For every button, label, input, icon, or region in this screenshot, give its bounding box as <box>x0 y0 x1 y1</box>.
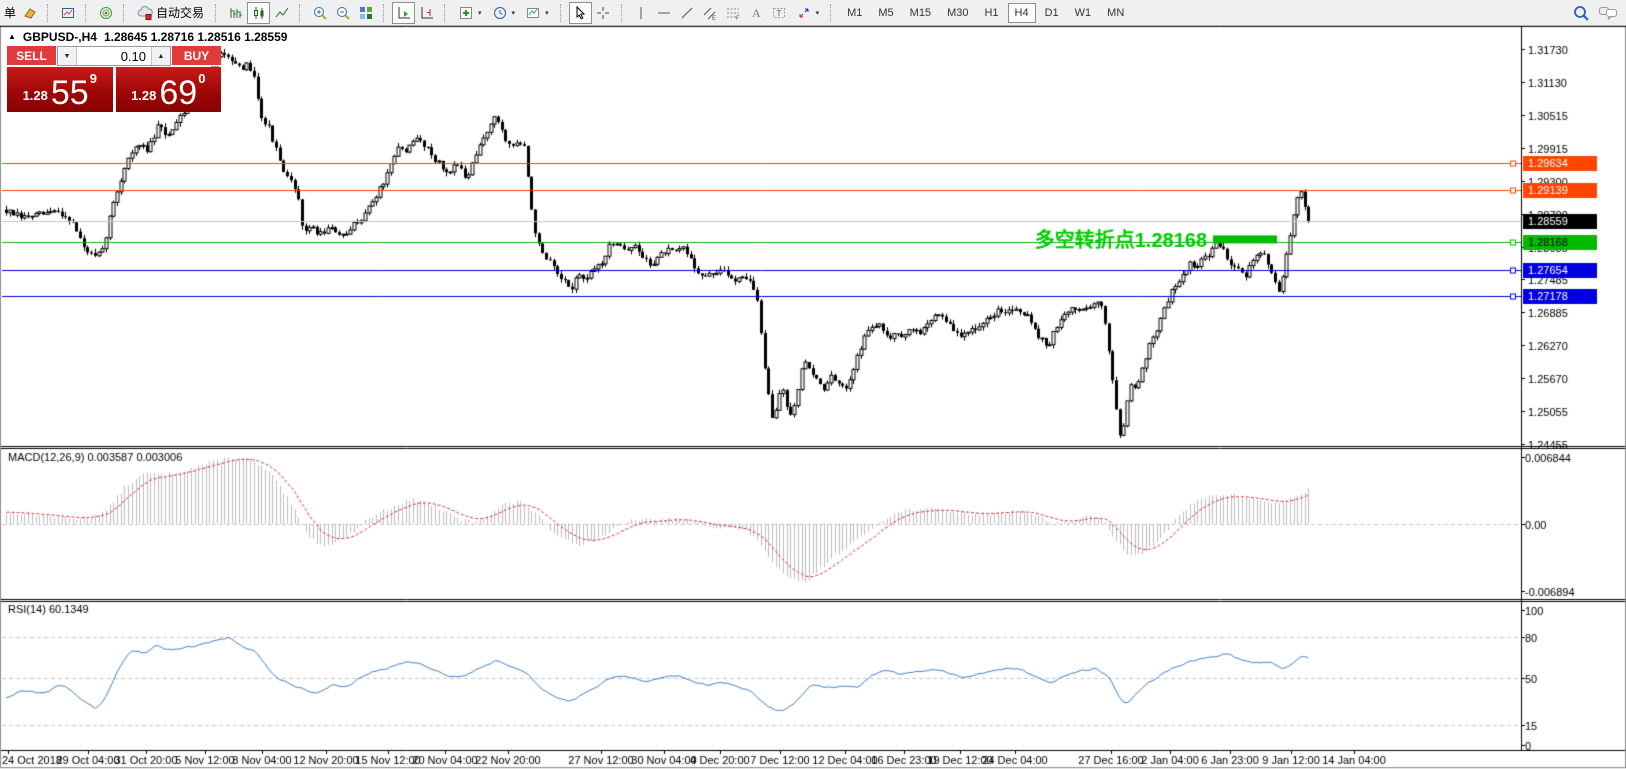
toolbar-separator <box>383 4 388 22</box>
symbol-label: GBPUSD-,H4 <box>23 30 97 44</box>
trendline-tool-icon[interactable] <box>676 2 699 24</box>
timeframe-w1[interactable]: W1 <box>1068 3 1099 23</box>
toolbar-right-group <box>1572 4 1624 22</box>
templates-icon <box>525 5 541 21</box>
timeframe-h1[interactable]: H1 <box>977 3 1005 23</box>
autotrading-cloud-icon <box>137 5 153 21</box>
volume-stepper: ▼ 0.10 ▲ <box>57 46 171 66</box>
chart-shift-icon[interactable] <box>415 2 438 24</box>
sell-price-prefix: 1.28 <box>23 89 48 107</box>
horizontal-line-tool-icon[interactable] <box>653 2 676 24</box>
templates-caret-icon: ▾ <box>545 9 549 17</box>
ohlc-values: 1.28645 1.28716 1.28516 1.28559 <box>104 30 288 44</box>
toolbar-separator <box>299 4 304 22</box>
indicators-dropdown-button[interactable]: ▾ <box>453 2 487 24</box>
periods-dropdown-button[interactable]: ▾ <box>487 2 521 24</box>
zoom-out-icon[interactable] <box>331 2 354 24</box>
one-click-trading-panel: SELL ▼ 0.10 ▲ BUY 1.28 55 9 1.28 69 0 <box>7 46 221 112</box>
periods-caret-icon: ▾ <box>512 9 516 17</box>
sell-price-big: 55 <box>51 80 89 107</box>
timeframe-h4[interactable]: H4 <box>1008 3 1036 23</box>
candlestick-mode-icon[interactable] <box>247 2 270 24</box>
periods-clock-icon <box>492 5 508 21</box>
sell-price-panel[interactable]: 1.28 55 9 <box>7 67 113 112</box>
arrow-objects-icon <box>796 5 812 21</box>
zoom-in-icon[interactable] <box>308 2 331 24</box>
toolbar-separator <box>215 4 220 22</box>
collapse-arrow-icon[interactable]: ▲ <box>8 33 16 41</box>
sell-button[interactable]: SELL <box>7 46 56 66</box>
search-icon[interactable] <box>1572 4 1590 22</box>
line-chart-mode-icon[interactable] <box>270 2 293 24</box>
volume-decrease-button[interactable]: ▼ <box>58 47 77 65</box>
indicators-caret-icon: ▾ <box>478 9 482 17</box>
autotrading-button[interactable]: 自动交易 <box>132 2 209 24</box>
svg-text:F: F <box>736 16 740 21</box>
buy-price-big: 69 <box>159 80 197 107</box>
timeframe-m30[interactable]: M30 <box>940 3 975 23</box>
text-tool-icon[interactable]: A <box>745 2 768 24</box>
mt4-window: 单 自动交易 ▾ ▾ ▾ E F A T <box>0 0 1626 769</box>
cursor-tool-icon[interactable] <box>569 2 592 24</box>
toolbar-separator <box>47 4 52 22</box>
trade-prices-row: 1.28 55 9 1.28 69 0 <box>7 67 221 112</box>
crosshair-tool-icon[interactable] <box>592 2 615 24</box>
main-toolbar: 单 自动交易 ▾ ▾ ▾ E F A T <box>0 0 1626 26</box>
autotrading-label: 自动交易 <box>156 4 204 21</box>
toolbar-separator <box>560 4 565 22</box>
toolbar-separator <box>85 4 90 22</box>
timeframe-m5[interactable]: M5 <box>871 3 900 23</box>
new-order-button[interactable]: 单 <box>2 4 18 21</box>
volume-increase-button[interactable]: ▲ <box>151 47 170 65</box>
indicators-icon <box>458 5 474 21</box>
rsi-indicator-panel[interactable] <box>2 602 1521 750</box>
text-label-tool-icon[interactable]: T <box>768 2 791 24</box>
vertical-line-tool-icon[interactable] <box>630 2 653 24</box>
timeframe-m15[interactable]: M15 <box>903 3 938 23</box>
tile-windows-icon[interactable] <box>354 2 377 24</box>
bar-chart-mode-icon[interactable] <box>224 2 247 24</box>
price-axis[interactable] <box>1522 28 1626 750</box>
market-watch-icon[interactable] <box>56 2 79 24</box>
buy-price-panel[interactable]: 1.28 69 0 <box>116 67 222 112</box>
navigator-icon[interactable] <box>94 2 117 24</box>
chart-title: ▲ GBPUSD-,H4 1.28645 1.28716 1.28516 1.2… <box>8 30 287 44</box>
buy-button[interactable]: BUY <box>172 46 221 66</box>
timeframe-d1[interactable]: D1 <box>1038 3 1066 23</box>
arrows-dropdown-button[interactable]: ▾ <box>791 2 825 24</box>
timeframe-toolbar: M1M5M15M30H1H4D1W1MN <box>839 3 1132 23</box>
main-chart-panel[interactable] <box>2 28 1521 446</box>
toolbar-separator <box>621 4 626 22</box>
toolbar-separator <box>830 4 835 22</box>
toolbar-separator <box>444 4 449 22</box>
macd-indicator-panel[interactable] <box>2 449 1521 599</box>
svg-text:A: A <box>752 6 761 20</box>
fibonacci-tool-icon[interactable]: F <box>722 2 745 24</box>
svg-text:E: E <box>712 16 716 21</box>
auto-scroll-icon[interactable] <box>392 2 415 24</box>
time-axis[interactable] <box>0 751 1521 767</box>
volume-input[interactable]: 0.10 <box>77 47 151 65</box>
chat-icon[interactable] <box>1598 5 1618 21</box>
timeframe-m1[interactable]: M1 <box>840 3 869 23</box>
sell-price-sup: 9 <box>90 72 97 107</box>
svg-text:T: T <box>777 9 782 18</box>
templates-dropdown-button[interactable]: ▾ <box>520 2 554 24</box>
profile-icon[interactable] <box>18 2 41 24</box>
buy-price-sup: 0 <box>198 72 205 107</box>
toolbar-separator <box>123 4 128 22</box>
timeframe-mn[interactable]: MN <box>1100 3 1131 23</box>
equidistant-channel-tool-icon[interactable]: E <box>699 2 722 24</box>
arrows-caret-icon: ▾ <box>816 9 820 17</box>
trade-controls-row: SELL ▼ 0.10 ▲ BUY <box>7 46 221 66</box>
buy-price-prefix: 1.28 <box>131 89 156 107</box>
